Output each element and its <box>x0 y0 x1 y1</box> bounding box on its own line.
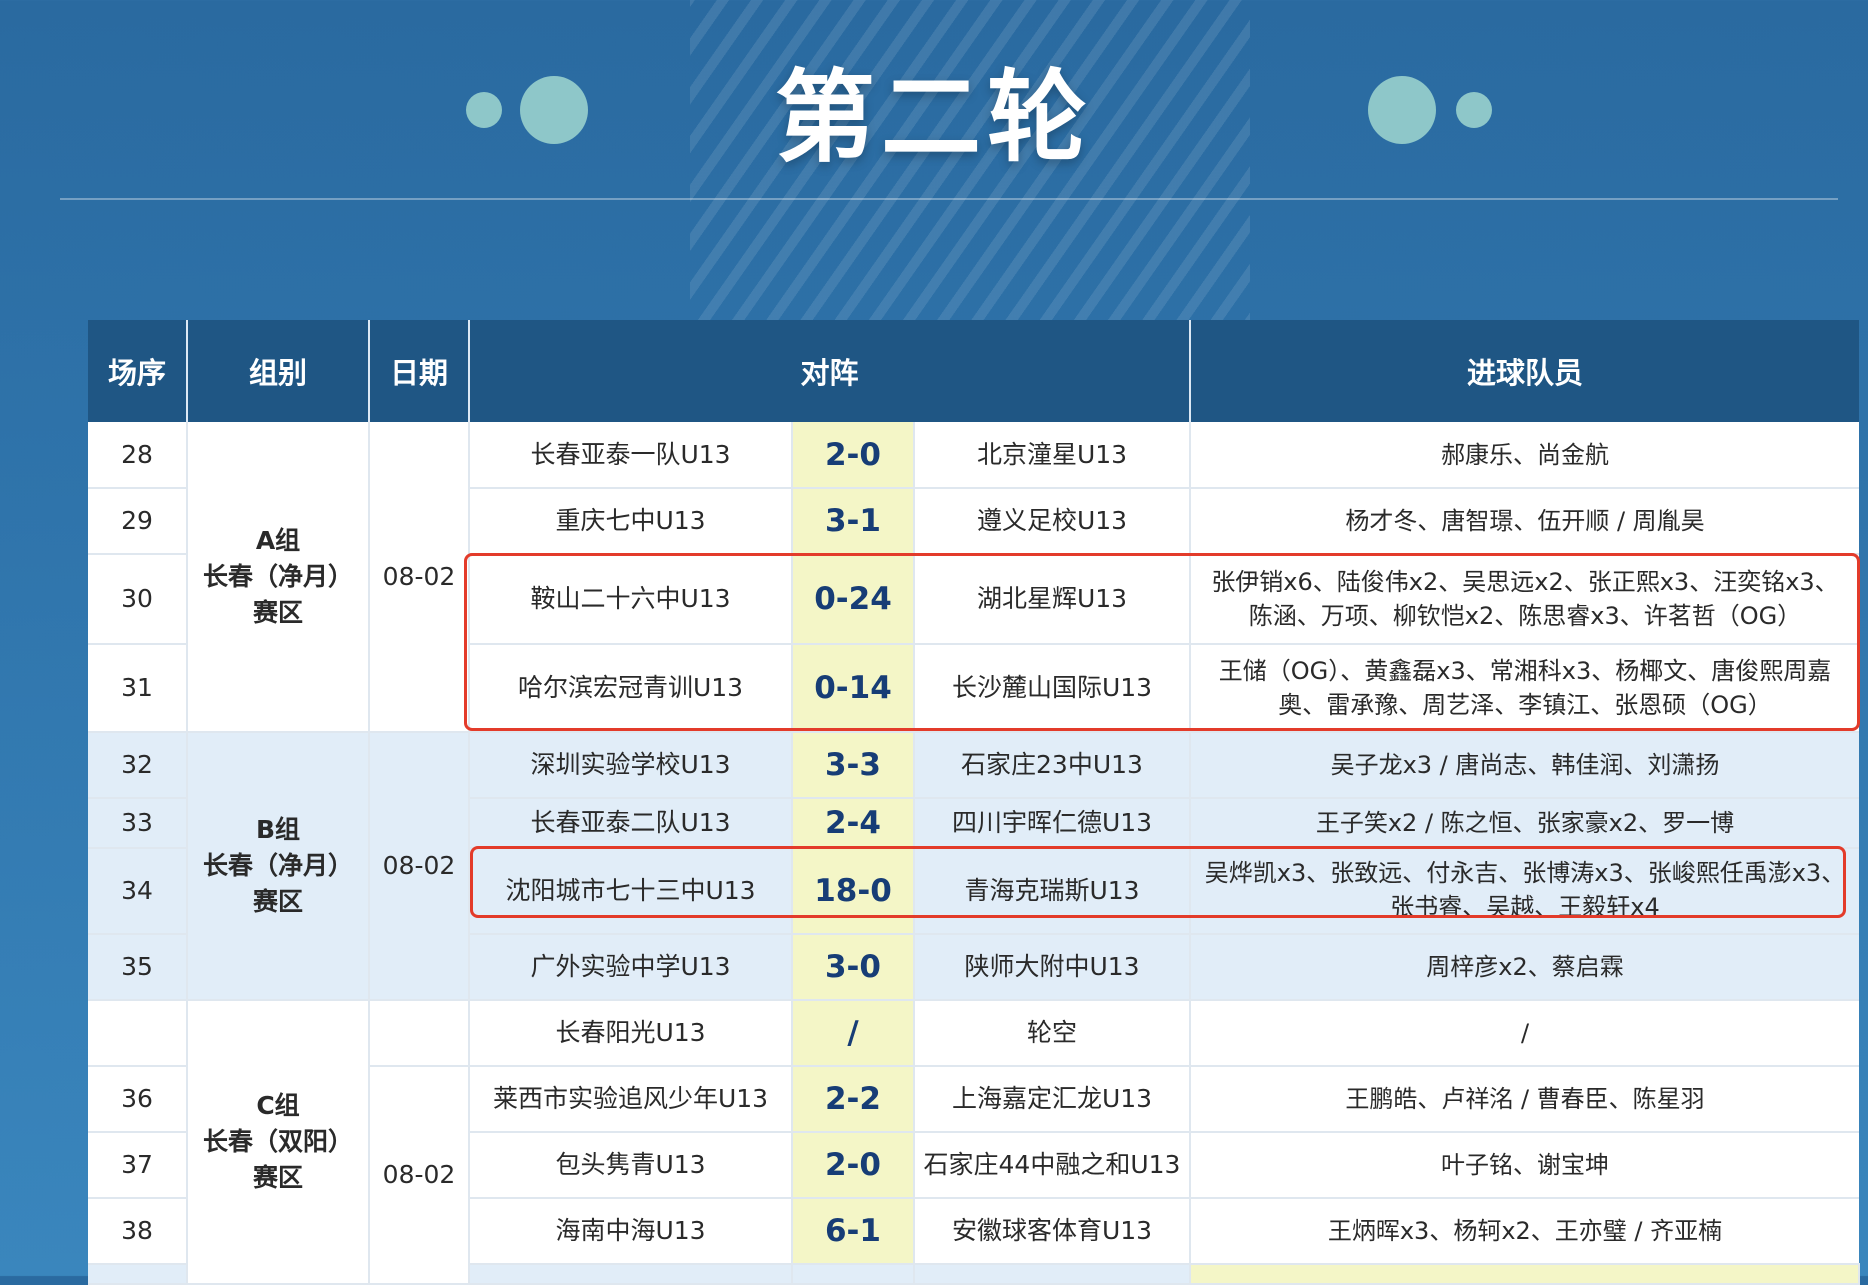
home-team: 重庆七中U13 <box>469 488 793 555</box>
away-team: 轮空 <box>914 1000 1191 1067</box>
match-score: 2-4 <box>792 798 915 849</box>
scorers-cell: 王炳晖x3、杨轲x2、王亦璧 / 齐亚楠 <box>1190 1198 1859 1265</box>
match-no: 36 <box>88 1066 188 1133</box>
home-team: 包头隽青U13 <box>469 1132 793 1199</box>
match-score: 18-0 <box>792 848 915 935</box>
away-team: 北京潼星U13 <box>914 422 1191 489</box>
group-suffix: 赛区 <box>252 597 303 627</box>
group-name: C组 <box>256 1091 300 1120</box>
table-row: 32 B组 长春（净月） 赛区 08-02 深圳实验学校U13 3-3 石家庄2… <box>88 732 1859 1001</box>
home-team: 海南中海U13 <box>469 1198 793 1265</box>
scorers-cell: 吴子龙x3 / 唐尚志、韩佳润、刘潇扬 <box>1190 732 1859 799</box>
scorers-cell: 王储（OG）、黄鑫磊x3、常湘科x3、杨椰文、唐俊熙周嘉奥、雷承豫、周艺泽、李镇… <box>1190 644 1859 733</box>
away-team: 陕师大附中U13 <box>914 934 1191 1001</box>
group-region: 长春（净月） <box>202 851 353 880</box>
group-cell-a: A组 长春（净月） 赛区 <box>187 422 370 733</box>
date-cell: 08-02 <box>369 1066 470 1285</box>
group-region: 长春（净月） <box>202 561 353 591</box>
home-team: 深圳实验学校U13 <box>469 732 793 799</box>
match-no: 32 <box>88 732 188 799</box>
match-no <box>88 1000 188 1067</box>
away-team: 四川宇晖仁德U13 <box>914 798 1191 849</box>
match-score: 0-24 <box>792 554 915 645</box>
scorers-cell: 杨才冬、唐智璟、伍开顺 / 周胤昊 <box>1190 488 1859 555</box>
match-score: 3-0 <box>792 934 915 1001</box>
scorers-cell: / <box>1190 1000 1859 1067</box>
table-row: C组 长春（双阳） 赛区 长春阳光U13 / 轮空 / <box>88 1000 1859 1285</box>
away-team: 安徽球客体育U13 <box>914 1198 1191 1265</box>
header-match-no: 场序 <box>88 320 188 422</box>
scorers-cell: 王鹏皓、卢祥洺 / 曹春臣、陈星羽 <box>1190 1066 1859 1133</box>
header-matchup: 对阵 <box>469 320 1191 422</box>
table-row: 28 A组 长春（净月） 赛区 08-02 长春亚泰一队U13 2-0 北京潼星… <box>88 422 1859 733</box>
group-name: A组 <box>255 525 301 555</box>
away-team: 青海克瑞斯U13 <box>914 848 1191 935</box>
match-no: 28 <box>88 422 188 489</box>
home-team: 鞍山二十六中U13 <box>469 554 793 645</box>
scorers-cell: 郝康乐、尚金航 <box>1190 422 1859 489</box>
results-table: 场序 组别 日期 对阵 进球队员 28 A组 长春（净月） 赛区 08-02 长… <box>88 320 1860 1285</box>
date-cell: 08-02 <box>369 422 470 733</box>
scorers-cell: 王子笑x2 / 陈之恒、张家豪x2、罗一博 <box>1190 798 1859 849</box>
scorers-cell: 叶子铭、谢宝坤 <box>1190 1132 1859 1199</box>
home-team: 长春亚泰二队U13 <box>469 798 793 849</box>
header-group: 组别 <box>187 320 370 422</box>
scorers-cell: 张伊销x6、陆俊伟x2、吴思远x2、张正熙x3、汪奕铭x3、陈涵、万项、柳钦恺x… <box>1190 554 1859 645</box>
match-no: 37 <box>88 1132 188 1199</box>
date-cell-empty <box>369 1000 470 1067</box>
header-scorers: 进球队员 <box>1190 320 1859 422</box>
home-team: 哈尔滨宏冠青训U13 <box>469 644 793 733</box>
scorers-cell: 周梓彦x2、蔡启霖 <box>1190 934 1859 1001</box>
match-no: 34 <box>88 848 188 935</box>
match-score: 0-14 <box>792 644 915 733</box>
match-score: / <box>792 1000 915 1067</box>
table-header-row: 场序 组别 日期 对阵 进球队员 <box>88 320 1859 422</box>
group-name: B组 <box>255 815 301 844</box>
match-no: 29 <box>88 488 188 555</box>
away-team: 湖北星辉U13 <box>914 554 1191 645</box>
match-no: 30 <box>88 554 188 645</box>
match-no: 31 <box>88 644 188 733</box>
date-cell: 08-02 <box>369 732 470 1001</box>
group-cell-b: B组 长春（净月） 赛区 <box>187 732 370 1001</box>
group-cell-c: C组 长春（双阳） 赛区 <box>187 1000 370 1285</box>
home-team: 长春阳光U13 <box>469 1000 793 1067</box>
match-score: 3-1 <box>792 488 915 555</box>
scorers-text: 吴烨凯x3、张致远、付永吉、张博涛x3、张峻熙任禹澎x3、张书睿、吴越、王毅轩x… <box>1204 859 1846 921</box>
away-team: 上海嘉定汇龙U13 <box>914 1066 1191 1133</box>
match-score: 2-2 <box>792 1066 915 1133</box>
scorers-cell: 吴烨凯x3、张致远、付永吉、张博涛x3、张峻熙任禹澎x3、张书睿、吴越、王毅轩x… <box>1190 848 1859 935</box>
match-score: 2-0 <box>792 422 915 489</box>
away-team: 遵义足校U13 <box>914 488 1191 555</box>
header-date: 日期 <box>369 320 470 422</box>
home-team: 莱西市实验追风少年U13 <box>469 1066 793 1133</box>
group-suffix: 赛区 <box>252 887 303 916</box>
match-no: 38 <box>88 1198 188 1265</box>
results-table-container: 场序 组别 日期 对阵 进球队员 28 A组 长春（净月） 赛区 08-02 长… <box>88 320 1860 1285</box>
home-team: 长春亚泰一队U13 <box>469 422 793 489</box>
group-suffix: 赛区 <box>252 1163 303 1192</box>
match-score: 2-0 <box>792 1132 915 1199</box>
away-team: 石家庄23中U13 <box>914 732 1191 799</box>
home-team: 沈阳城市七十三中U13 <box>469 848 793 935</box>
away-team: 石家庄44中融之和U13 <box>914 1132 1191 1199</box>
away-team: 长沙麓山国际U13 <box>914 644 1191 733</box>
match-score: 3-3 <box>792 732 915 799</box>
match-no: 35 <box>88 934 188 1001</box>
home-team: 广外实验中学U13 <box>469 934 793 1001</box>
match-no: 33 <box>88 798 188 849</box>
page-title: 第二轮 <box>775 59 1093 176</box>
match-score: 6-1 <box>792 1198 915 1265</box>
group-region: 长春（双阳） <box>202 1127 353 1156</box>
divider-line <box>60 198 1838 200</box>
